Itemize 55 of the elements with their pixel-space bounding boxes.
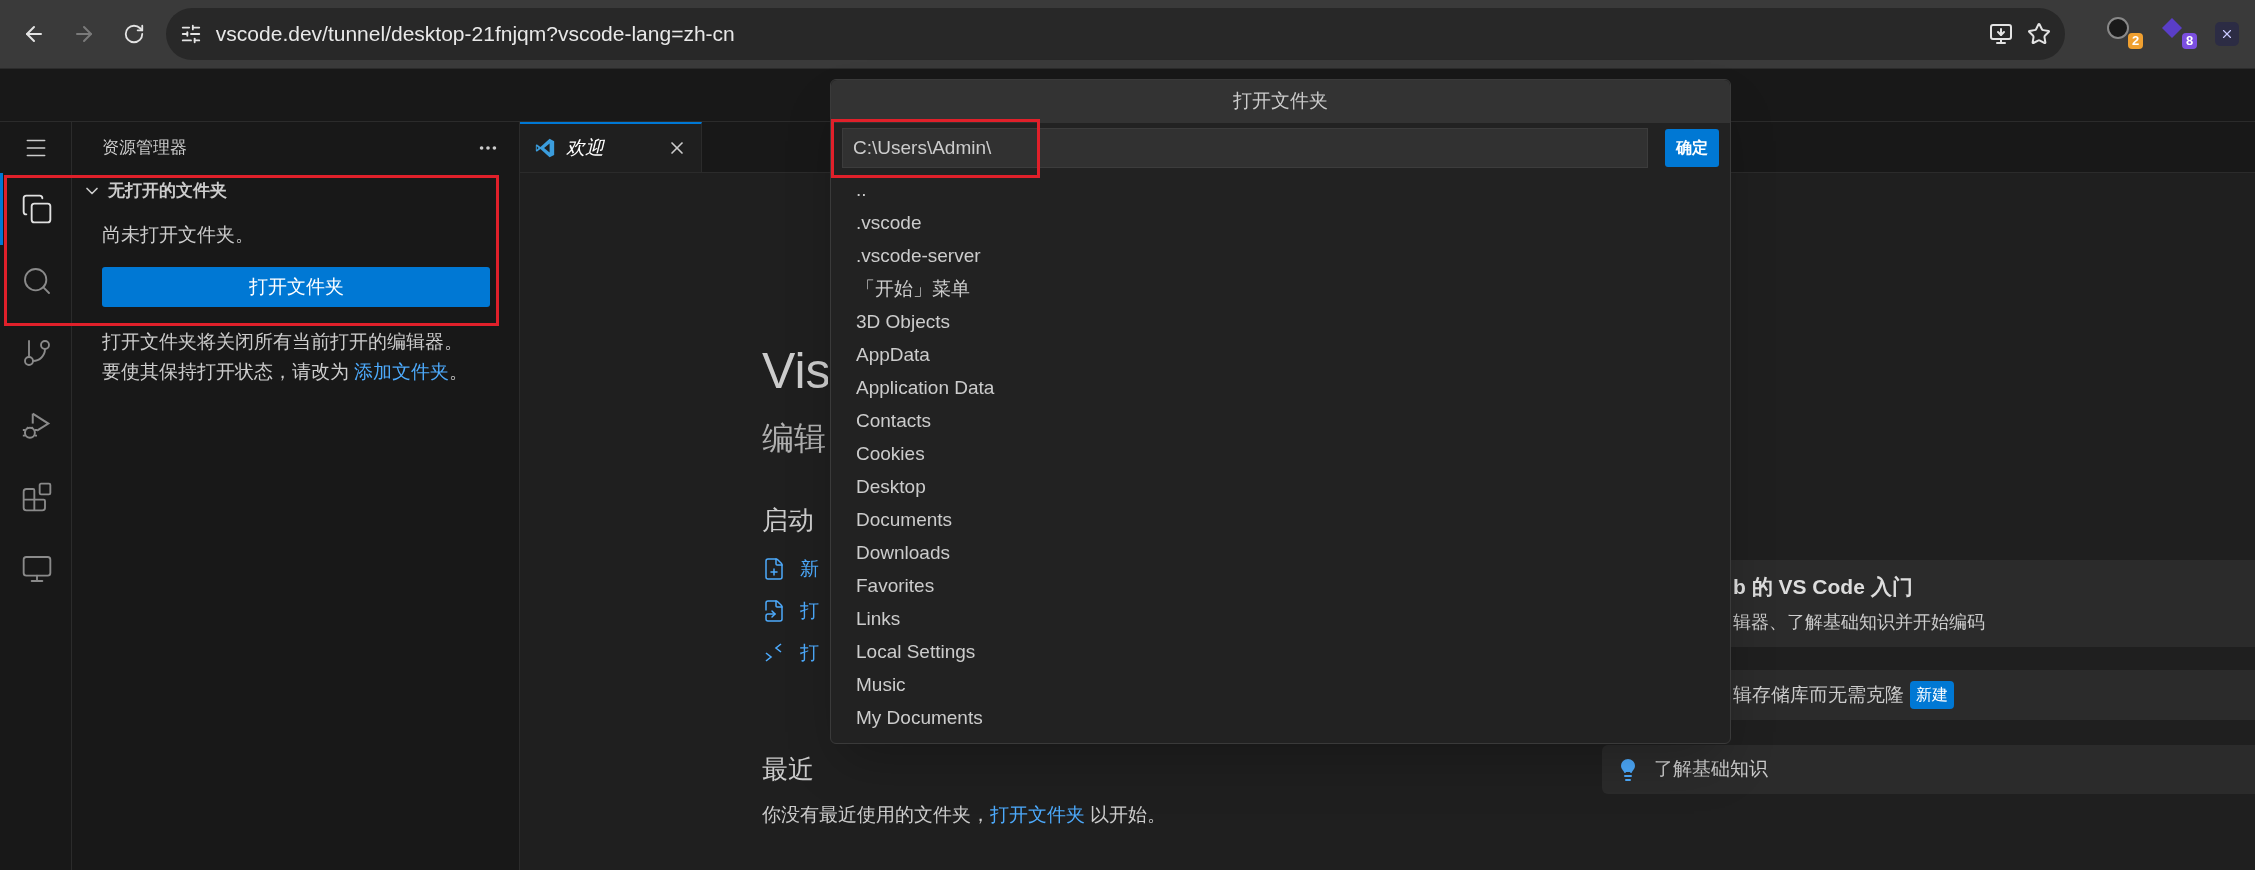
monitor-icon xyxy=(21,553,53,585)
folder-item[interactable]: Application Data xyxy=(831,372,1730,405)
open-folder-button[interactable]: 打开文件夹 xyxy=(102,267,490,307)
start-heading: 启动 xyxy=(762,504,814,536)
editor-logo-icon xyxy=(534,137,556,159)
extension-badge: 2 xyxy=(2128,33,2144,49)
walkthrough-card[interactable]: 了解基础知识 xyxy=(1602,745,2255,794)
section-header[interactable]: 无打开的文件夹 xyxy=(72,173,519,209)
dialog-title: 打开文件夹 xyxy=(1233,89,1328,114)
files-icon xyxy=(21,193,53,225)
add-folder-link[interactable]: 添加文件夹 xyxy=(354,361,450,382)
recent-message: 你没有最近使用的文件夹，打开文件夹 以开始。 xyxy=(762,803,1167,827)
folder-item[interactable]: AppData xyxy=(831,339,1730,372)
open-folder-link[interactable]: 打开文件夹 xyxy=(990,804,1085,825)
folder-item[interactable]: .vscode-server xyxy=(831,240,1730,273)
reload-icon xyxy=(122,23,145,45)
new-badge: 新建 xyxy=(1910,681,1954,709)
ok-button[interactable]: 确定 xyxy=(1665,129,1719,167)
folder-item[interactable]: .vscode xyxy=(831,207,1730,240)
address-bar[interactable]: vscode.dev/tunnel/desktop-21fnjqm?vscode-lang=zh-cn xyxy=(165,8,2065,60)
folder-item[interactable]: Contacts xyxy=(831,405,1730,438)
walkthrough-description: 辑器、了解基础知识并开始编码 xyxy=(1733,610,1986,634)
url-text: vscode.dev/tunnel/desktop-21fnjqm?vscode-lang=zh-cn xyxy=(215,21,735,48)
tab-label: 欢迎 xyxy=(566,135,604,160)
branch-icon xyxy=(21,337,53,369)
install-icon[interactable] xyxy=(1989,22,2013,46)
start-link[interactable]: 新 xyxy=(800,554,819,584)
star-icon[interactable] xyxy=(2027,22,2051,46)
extension-icon[interactable] xyxy=(2107,17,2129,39)
folder-item[interactable]: 3D Objects xyxy=(831,306,1730,339)
file-arrow-icon xyxy=(762,599,786,623)
walkthrough-title: 了解基础知识 xyxy=(1654,757,1768,782)
walkthrough-title: b 的 VS Code 入门 xyxy=(1733,574,1914,601)
start-link[interactable]: 打 xyxy=(800,596,819,626)
extension-badge: 8 xyxy=(2182,33,2198,49)
path-input[interactable]: C:\Users\Admin\ xyxy=(842,128,1649,168)
start-link[interactable]: 打 xyxy=(800,638,819,668)
welcome-subtitle: 编辑 xyxy=(762,419,826,458)
extensions-icon xyxy=(21,481,53,513)
editor-tab[interactable]: 欢迎 xyxy=(520,122,702,172)
folder-item[interactable]: Cookies xyxy=(831,438,1730,471)
walkthrough-title: 辑存储库而无需克隆 xyxy=(1733,682,1904,707)
search-icon xyxy=(21,265,53,297)
sidebar-title: 资源管理器 xyxy=(102,136,187,159)
folder-item[interactable]: 「开始」菜单 xyxy=(831,273,1730,306)
x-icon xyxy=(2220,27,2234,41)
folder-item[interactable]: Documents xyxy=(831,504,1730,537)
file-plus-icon xyxy=(762,557,786,581)
folder-item[interactable]: .. xyxy=(831,174,1730,207)
extension-icon[interactable] xyxy=(2215,22,2239,46)
site-settings-icon[interactable] xyxy=(179,23,202,45)
folder-item[interactable]: Desktop xyxy=(831,471,1730,504)
recent-heading: 最近 xyxy=(762,753,814,785)
empty-message: 尚未打开文件夹。 xyxy=(102,223,255,247)
open-folder-note: 打开文件夹将关闭所有当前打开的编辑器。要使其保持打开状态，请改为 添加文件夹。 xyxy=(102,330,470,384)
